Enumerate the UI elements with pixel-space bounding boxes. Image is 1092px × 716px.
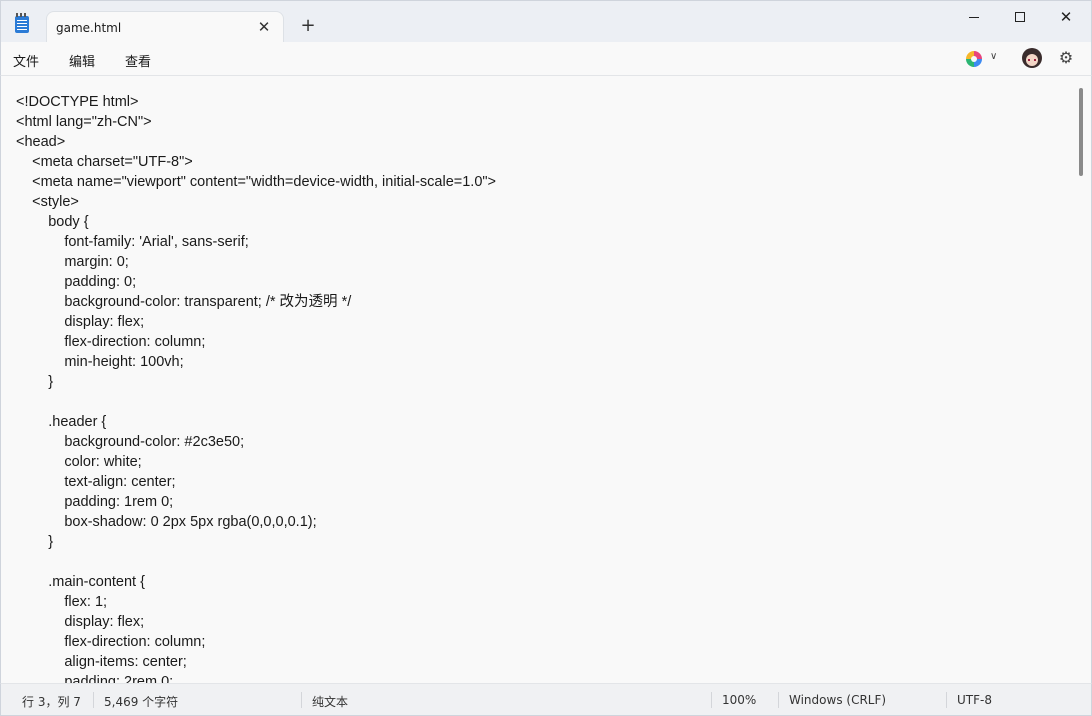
tab-close-icon[interactable]: ✕ xyxy=(255,18,273,36)
new-tab-button[interactable]: + xyxy=(298,16,318,36)
minimize-button[interactable] xyxy=(951,5,997,29)
zoom-level[interactable]: 100% xyxy=(722,693,756,707)
code-line[interactable]: .header { xyxy=(16,412,1066,432)
menu-view[interactable]: 查看 xyxy=(125,51,151,70)
vertical-scrollbar[interactable] xyxy=(1079,88,1083,176)
status-divider xyxy=(93,692,94,708)
line-ending[interactable]: Windows (CRLF) xyxy=(789,693,886,707)
code-line[interactable]: } xyxy=(16,532,1066,552)
code-line[interactable]: } xyxy=(16,372,1066,392)
code-line[interactable]: body { xyxy=(16,212,1066,232)
status-bar: 行 3，列 7 5,469 个字符 纯文本 100% Windows (CRLF… xyxy=(0,683,1092,716)
code-line[interactable]: <head> xyxy=(16,132,1066,152)
code-line[interactable] xyxy=(16,552,1066,572)
tab-game-html[interactable]: game.html ✕ xyxy=(46,11,284,44)
code-line[interactable]: <meta name="viewport" content="width=dev… xyxy=(16,172,1066,192)
code-line[interactable]: <html lang="zh-CN"> xyxy=(16,112,1066,132)
code-line[interactable]: <meta charset="UTF-8"> xyxy=(16,152,1066,172)
code-line[interactable]: <!DOCTYPE html> xyxy=(16,92,1066,112)
code-line[interactable]: text-align: center; xyxy=(16,472,1066,492)
character-count: 5,469 个字符 xyxy=(104,695,179,709)
status-divider xyxy=(301,692,302,708)
title-bar: game.html ✕ + ✕ xyxy=(0,0,1092,44)
code-line[interactable]: padding: 2rem 0; xyxy=(16,672,1066,683)
menu-edit[interactable]: 编辑 xyxy=(69,51,95,70)
notepad-icon xyxy=(15,13,29,33)
code-line[interactable]: flex-direction: column; xyxy=(16,332,1066,352)
minimize-icon xyxy=(969,16,979,18)
chevron-down-icon[interactable]: ∨ xyxy=(990,51,997,62)
menu-bar: 文件 编辑 查看 ∨ ⚙ xyxy=(0,42,1092,76)
cursor-position: 行 3，列 7 xyxy=(22,695,81,709)
code-line[interactable]: padding: 0; xyxy=(16,272,1066,292)
code-line[interactable]: color: white; xyxy=(16,452,1066,472)
maximize-button[interactable] xyxy=(997,5,1043,29)
text-format[interactable]: 纯文本 xyxy=(312,693,348,710)
code-line[interactable]: padding: 1rem 0; xyxy=(16,492,1066,512)
avatar[interactable] xyxy=(1022,48,1042,68)
close-button[interactable]: ✕ xyxy=(1043,5,1089,29)
code-line[interactable]: flex-direction: column; xyxy=(16,632,1066,652)
status-divider xyxy=(778,692,779,708)
encoding[interactable]: UTF-8 xyxy=(957,693,992,707)
code-line[interactable]: flex: 1; xyxy=(16,592,1066,612)
code-line[interactable]: .main-content { xyxy=(16,572,1066,592)
code-line[interactable]: align-items: center; xyxy=(16,652,1066,672)
code-line[interactable]: background-color: #2c3e50; xyxy=(16,432,1066,452)
text-editor[interactable]: <!DOCTYPE html> <html lang="zh-CN"> <head>… xyxy=(0,76,1092,683)
status-divider xyxy=(711,692,712,708)
code-line[interactable]: min-height: 100vh; xyxy=(16,352,1066,372)
code-line[interactable]: box-shadow: 0 2px 5px rgba(0,0,0,0.1); xyxy=(16,512,1066,532)
close-icon: ✕ xyxy=(1059,7,1073,26)
code-line[interactable]: <style> xyxy=(16,192,1066,212)
status-divider xyxy=(946,692,947,708)
code-line[interactable]: font-family: 'Arial', sans-serif; xyxy=(16,232,1066,252)
code-line[interactable] xyxy=(16,392,1066,412)
code-line[interactable]: display: flex; xyxy=(16,312,1066,332)
tab-title: game.html xyxy=(56,21,122,35)
code-line[interactable]: margin: 0; xyxy=(16,252,1066,272)
maximize-icon xyxy=(1015,12,1025,22)
menu-file[interactable]: 文件 xyxy=(13,51,39,70)
code-line[interactable]: display: flex; xyxy=(16,612,1066,632)
gear-icon[interactable]: ⚙ xyxy=(1057,49,1075,67)
code-content[interactable]: <!DOCTYPE html> <html lang="zh-CN"> <head>… xyxy=(16,92,1066,683)
copilot-icon[interactable] xyxy=(966,51,982,67)
code-line[interactable]: background-color: transparent; /* 改为透明 *… xyxy=(16,292,1066,312)
